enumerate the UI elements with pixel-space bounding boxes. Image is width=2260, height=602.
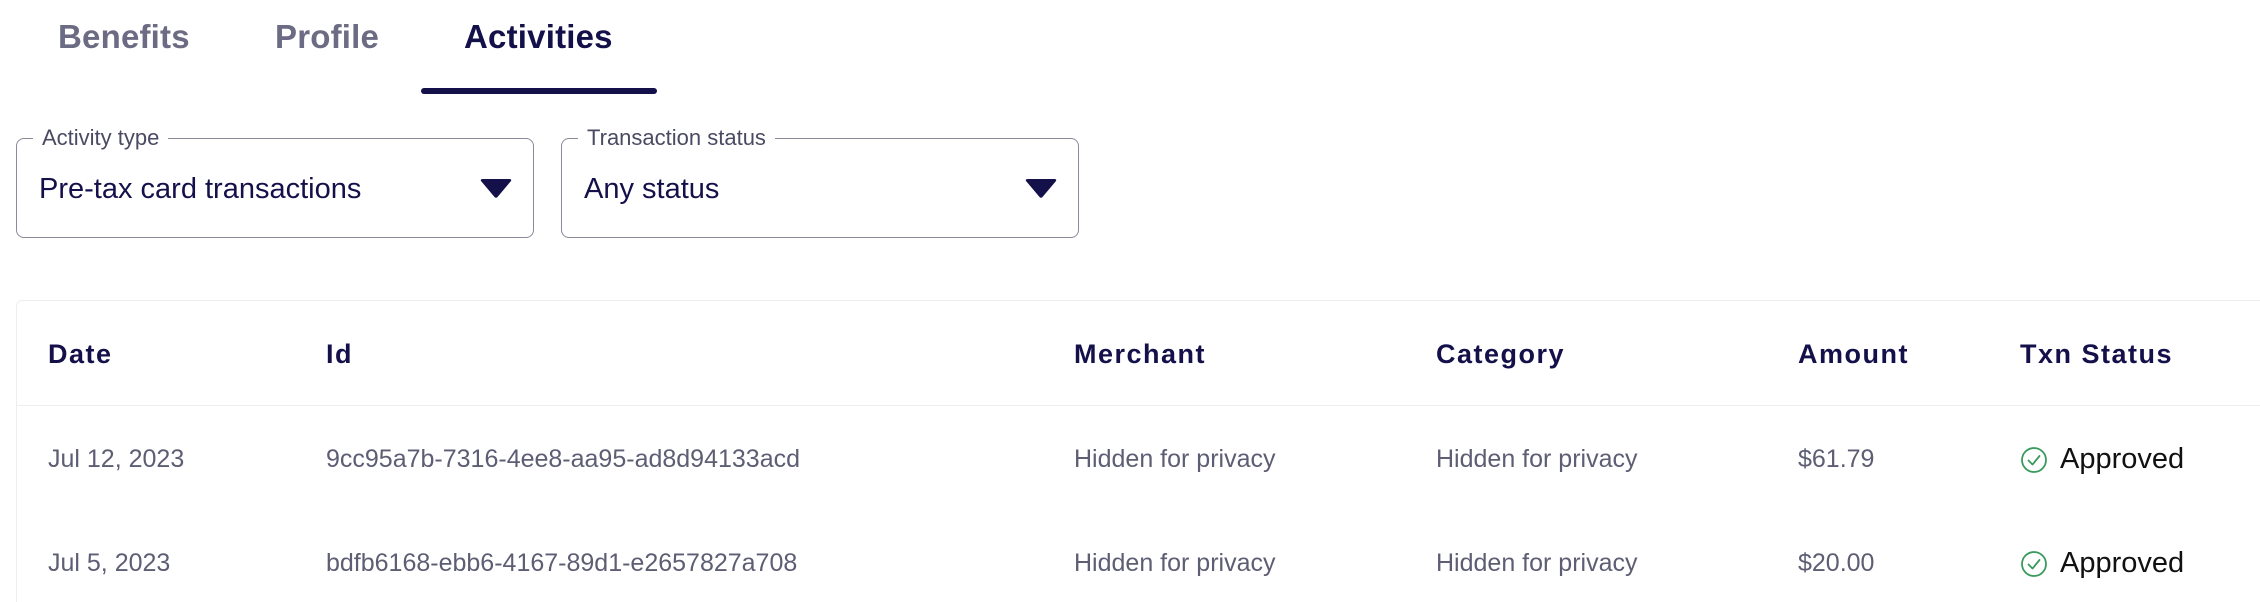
- cell-category: Hidden for privacy: [1436, 445, 1638, 473]
- caret-down-icon: [480, 179, 512, 198]
- column-header-id[interactable]: Id: [326, 339, 353, 370]
- table-row[interactable]: Jul 12, 2023 9cc95a7b-7316-4ee8-aa95-ad8…: [17, 407, 2260, 511]
- column-header-date[interactable]: Date: [48, 339, 113, 370]
- caret-down-icon: [1025, 179, 1057, 198]
- status-text: Approved: [2060, 443, 2185, 475]
- transaction-status-select[interactable]: Transaction status Any status: [561, 125, 1079, 238]
- cell-merchant: Hidden for privacy: [1074, 549, 1276, 577]
- column-header-txn-status[interactable]: Txn Status: [2020, 339, 2173, 370]
- tab-bar: Benefits Profile Activities: [0, 0, 700, 96]
- status-text: Approved: [2060, 547, 2185, 579]
- cell-merchant: Hidden for privacy: [1074, 445, 1276, 473]
- cell-id: 9cc95a7b-7316-4ee8-aa95-ad8d94133acd: [326, 445, 801, 473]
- active-tab-indicator: [421, 88, 657, 94]
- column-header-amount[interactable]: Amount: [1798, 339, 1909, 370]
- cell-id: bdfb6168-ebb6-4167-89d1-e2657827a708: [326, 549, 798, 577]
- cell-amount: $20.00: [1798, 549, 1875, 577]
- activity-type-select[interactable]: Activity type Pre-tax card transactions: [16, 125, 534, 238]
- tab-profile[interactable]: Profile: [275, 18, 379, 56]
- column-header-category[interactable]: Category: [1436, 339, 1565, 370]
- column-header-merchant[interactable]: Merchant: [1074, 339, 1206, 370]
- activity-type-value: Pre-tax card transactions: [39, 173, 362, 205]
- activity-type-label: Activity type: [33, 125, 169, 151]
- check-circle-icon: [2021, 550, 2047, 577]
- cell-date: Jul 12, 2023: [48, 445, 185, 473]
- transaction-status-value: Any status: [584, 173, 720, 205]
- activities-table: Date Id Merchant Category Amount Txn Sta…: [16, 300, 2260, 602]
- cell-txn-status: Approved: [2020, 547, 2184, 580]
- cell-date: Jul 5, 2023: [48, 549, 171, 577]
- transaction-status-label: Transaction status: [578, 125, 775, 151]
- check-circle-icon: [2021, 446, 2047, 473]
- activities-page: Benefits Profile Activities Activity typ…: [0, 0, 2260, 602]
- cell-amount: $61.79: [1798, 445, 1875, 473]
- tab-benefits[interactable]: Benefits: [58, 18, 190, 56]
- cell-category: Hidden for privacy: [1436, 549, 1638, 577]
- table-header: Date Id Merchant Category Amount Txn Sta…: [17, 301, 2260, 406]
- table-row[interactable]: Jul 5, 2023 bdfb6168-ebb6-4167-89d1-e265…: [17, 511, 2260, 602]
- cell-txn-status: Approved: [2020, 443, 2184, 476]
- tab-activities[interactable]: Activities: [464, 18, 613, 56]
